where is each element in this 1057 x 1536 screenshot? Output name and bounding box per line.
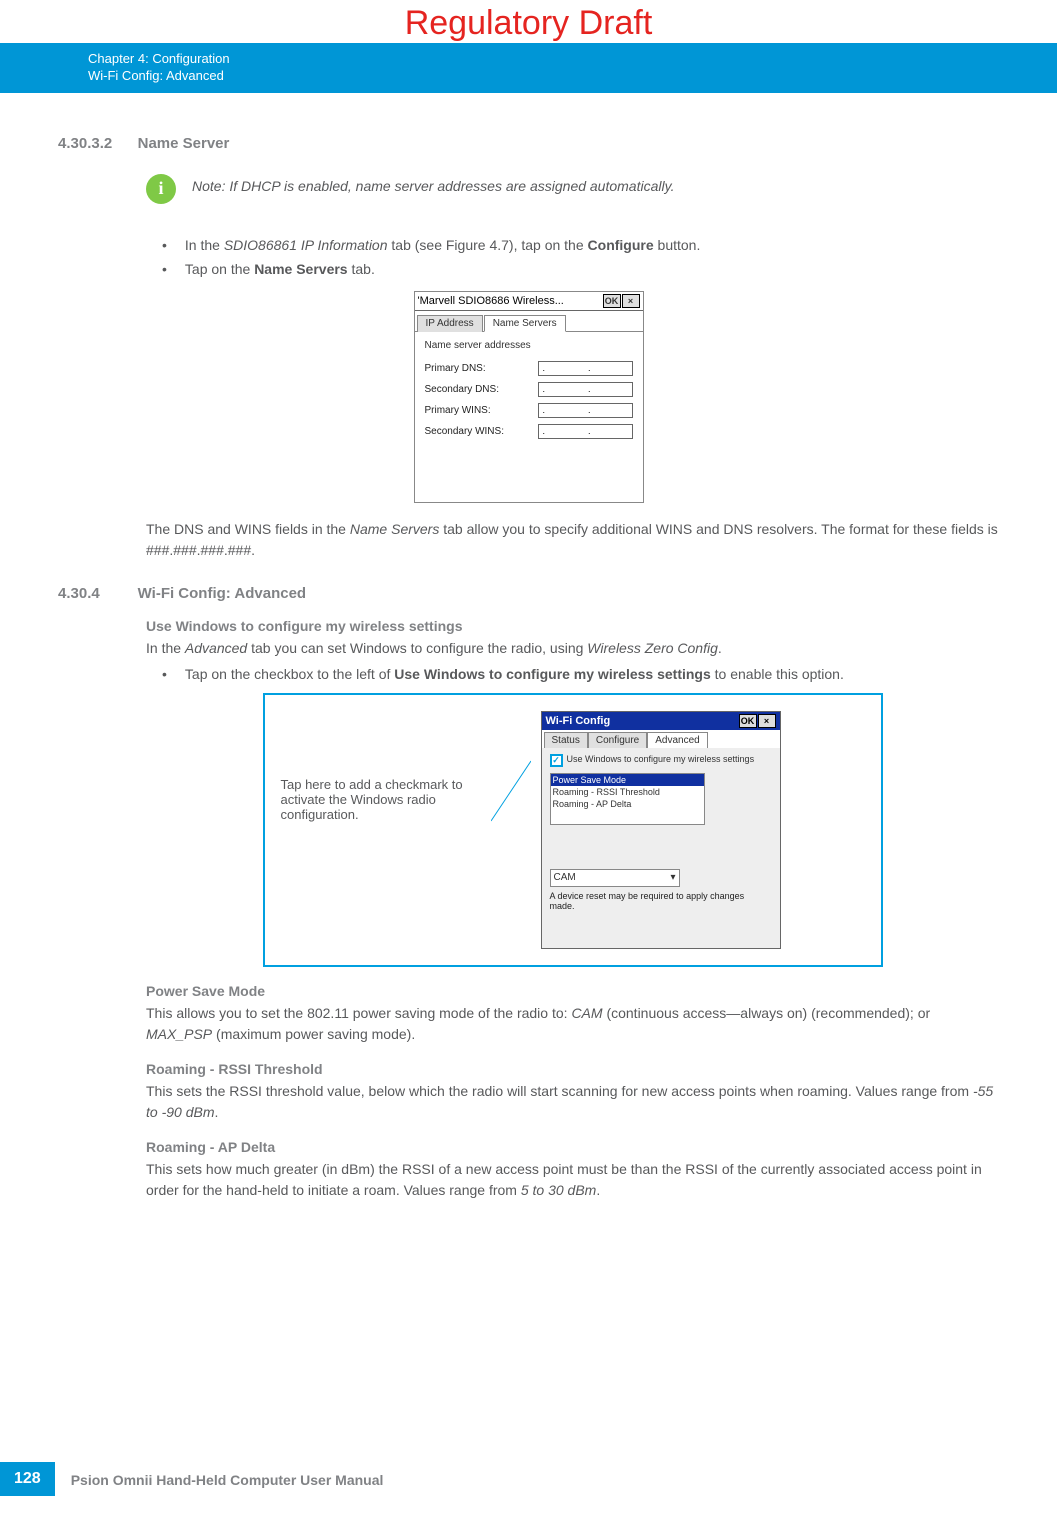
subheading: Roaming - AP Delta xyxy=(146,1139,999,1155)
secondary-dns-field[interactable] xyxy=(538,382,633,397)
label-primary-dns: Primary DNS: xyxy=(425,363,486,374)
list-item: • In the SDIO86861 IP Information tab (s… xyxy=(162,234,999,256)
value-dropdown[interactable]: CAM▾ xyxy=(550,869,680,887)
tab-ip-address[interactable]: IP Address xyxy=(417,315,483,332)
list-item: • Tap on the checkbox to the left of Use… xyxy=(162,663,999,685)
list-item: • Tap on the Name Servers tab. xyxy=(162,258,999,280)
section-number: 4.30.4 xyxy=(58,585,134,602)
body-paragraph: This sets the RSSI threshold value, belo… xyxy=(146,1081,999,1123)
tab-configure[interactable]: Configure xyxy=(588,732,647,748)
primary-dns-field[interactable] xyxy=(538,361,633,376)
figure-wifi-config-advanced: Tap here to add a checkmark to activate … xyxy=(263,693,883,967)
list-item-rssi-threshold[interactable]: Roaming - RSSI Threshold xyxy=(551,786,704,798)
chapter-header: Chapter 4: Configuration Wi-Fi Config: A… xyxy=(0,43,1057,93)
tab-name-servers[interactable]: Name Servers xyxy=(484,315,566,332)
draft-banner: Regulatory Draft xyxy=(0,0,1057,43)
subheading: Power Save Mode xyxy=(146,983,999,999)
ok-button[interactable]: OK xyxy=(603,294,621,308)
dialog-title: Wi-Fi Config xyxy=(546,715,738,727)
body-paragraph: This sets how much greater (in dBm) the … xyxy=(146,1159,999,1201)
label-secondary-dns: Secondary DNS: xyxy=(425,384,499,395)
chevron-down-icon: ▾ xyxy=(670,872,675,883)
note-text: Note: If DHCP is enabled, name server ad… xyxy=(192,174,674,194)
settings-listbox[interactable]: Power Save Mode Roaming - RSSI Threshold… xyxy=(550,773,705,825)
figure-annotation: Tap here to add a checkmark to activate … xyxy=(281,711,481,822)
dialog-caption: Name server addresses xyxy=(425,340,633,351)
page-number: 128 xyxy=(0,1462,55,1496)
list-item-power-save[interactable]: Power Save Mode xyxy=(551,774,704,786)
section-title: Name Server xyxy=(138,135,230,152)
info-icon: i xyxy=(146,174,176,204)
body-paragraph: This allows you to set the 802.11 power … xyxy=(146,1003,999,1045)
tab-status[interactable]: Status xyxy=(544,732,588,748)
chapter-line1: Chapter 4: Configuration xyxy=(88,51,1057,68)
ok-button[interactable]: OK xyxy=(739,714,757,728)
secondary-wins-field[interactable] xyxy=(538,424,633,439)
close-button[interactable]: × xyxy=(758,714,776,728)
checkbox-label: Use Windows to configure my wireless set… xyxy=(567,754,755,764)
tab-advanced[interactable]: Advanced xyxy=(647,732,707,748)
reset-notice: A device reset may be required to apply … xyxy=(550,891,772,911)
use-windows-checkbox[interactable]: ✓ xyxy=(550,754,563,767)
section-number: 4.30.3.2 xyxy=(58,135,134,152)
dialog-title: 'Marvell SDIO8686 Wireless... xyxy=(418,295,602,307)
subheading: Roaming - RSSI Threshold xyxy=(146,1061,999,1077)
body-paragraph: The DNS and WINS fields in the Name Serv… xyxy=(146,519,999,561)
list-item-ap-delta[interactable]: Roaming - AP Delta xyxy=(551,798,704,810)
chapter-line2: Wi-Fi Config: Advanced xyxy=(88,68,1057,85)
bullet-icon: • xyxy=(162,234,167,256)
close-button[interactable]: × xyxy=(622,294,640,308)
label-secondary-wins: Secondary WINS: xyxy=(425,426,504,437)
manual-title: Psion Omnii Hand-Held Computer User Manu… xyxy=(55,1462,384,1496)
page-footer: 128 Psion Omnii Hand-Held Computer User … xyxy=(0,1462,383,1496)
primary-wins-field[interactable] xyxy=(538,403,633,418)
section-title: Wi-Fi Config: Advanced xyxy=(138,585,306,602)
figure-name-servers-dialog: 'Marvell SDIO8686 Wireless... OK × IP Ad… xyxy=(414,291,644,503)
subheading: Use Windows to configure my wireless set… xyxy=(146,618,999,634)
bullet-icon: • xyxy=(162,258,167,280)
label-primary-wins: Primary WINS: xyxy=(425,405,491,416)
callout-line-icon xyxy=(491,751,531,871)
bullet-icon: • xyxy=(162,663,167,685)
